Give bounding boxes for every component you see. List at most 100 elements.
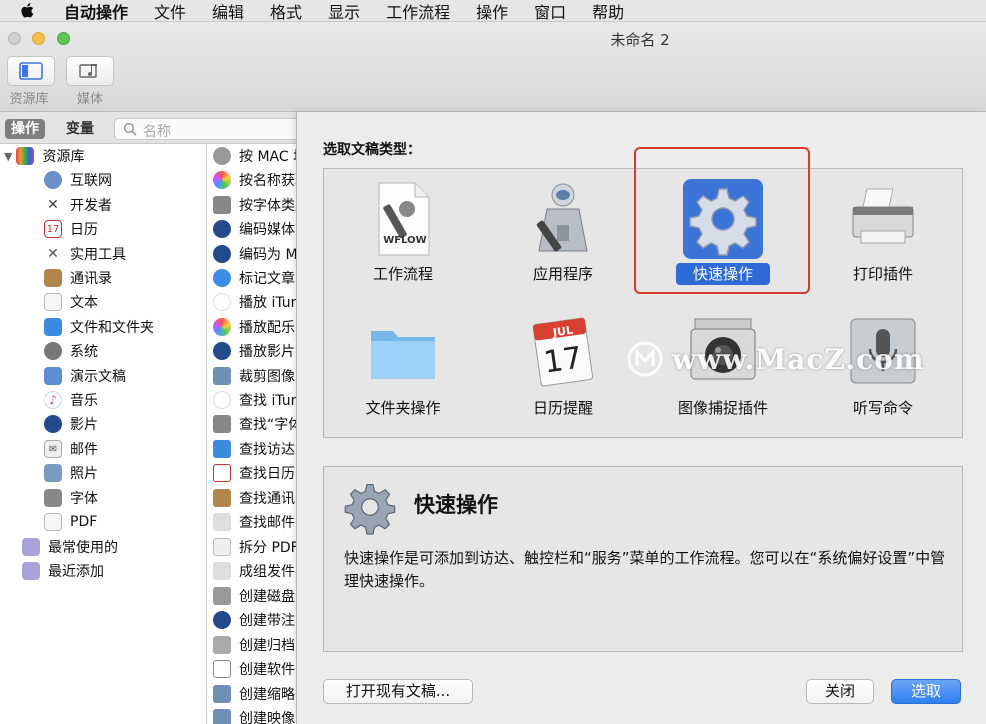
library-books-icon: [16, 147, 35, 165]
library-item-music[interactable]: ♪ 音乐: [44, 388, 98, 412]
action-item[interactable]: 创建磁盘: [213, 584, 295, 608]
library-item-photos[interactable]: 照片: [44, 461, 98, 485]
library-item-label: 文本: [70, 295, 98, 311]
menu-item-view[interactable]: 显示: [328, 0, 360, 23]
type-print-plugin[interactable]: 打印插件: [804, 175, 962, 305]
action-item[interactable]: 创建软件: [213, 657, 295, 681]
calendar-day: 17: [541, 340, 585, 381]
menu-item-actions[interactable]: 操作: [476, 0, 508, 23]
action-item[interactable]: 标记文章: [213, 266, 295, 290]
disclosure-triangle-icon[interactable]: ▼: [4, 150, 12, 163]
library-item-label: 实用工具: [70, 247, 126, 263]
choose-button[interactable]: 选取: [891, 679, 961, 704]
sidebar-icon: [19, 62, 43, 80]
presentation-icon: [44, 367, 62, 385]
library-root[interactable]: ▼ 资源库: [4, 144, 84, 168]
menu-item-help[interactable]: 帮助: [592, 0, 624, 23]
menu-item-format[interactable]: 格式: [270, 0, 302, 23]
library-item-system[interactable]: 系统: [44, 339, 98, 363]
menu-item-file[interactable]: 文件: [154, 0, 186, 23]
library-item-fonts[interactable]: 字体: [44, 486, 98, 510]
action-item[interactable]: 创建映像: [213, 706, 295, 724]
media-button[interactable]: [66, 56, 114, 86]
archive-icon: [213, 636, 231, 654]
window-titlebar: 未命名 2 资源库 媒体: [0, 22, 986, 112]
action-item[interactable]: 编码为 MPEG: [213, 242, 300, 266]
action-item[interactable]: 创建缩略: [213, 682, 295, 706]
close-button[interactable]: 关闭: [806, 679, 874, 704]
menu-item-edit[interactable]: 编辑: [212, 0, 244, 23]
library-item-most-used[interactable]: 最常使用的: [22, 535, 118, 559]
action-item[interactable]: 创建带注: [213, 608, 295, 632]
library-search-input[interactable]: 名称: [114, 118, 304, 140]
library-item-files-folders[interactable]: 文件和文件夹: [44, 315, 154, 339]
library-toggle-button[interactable]: [7, 56, 55, 86]
finder-icon: [213, 440, 231, 458]
action-item[interactable]: 成组发件: [213, 559, 295, 583]
type-label: 打印插件: [852, 265, 913, 283]
library-item-utilities[interactable]: ✕ 实用工具: [44, 242, 126, 266]
action-item[interactable]: 按字体类型: [213, 193, 300, 217]
action-item[interactable]: 编码媒体: [213, 217, 295, 241]
macz-logo-icon: [627, 341, 663, 377]
action-item[interactable]: 查找“字体”: [213, 412, 300, 436]
document-type-sheet: 选取文稿类型： WFLOW 工作流程 应用程序 快速操作 打印插件 文件夹操作 …: [296, 112, 986, 724]
action-label: 查找通讯录: [239, 491, 300, 507]
library-item-label: 互联网: [70, 173, 112, 189]
printer-icon: [843, 179, 923, 259]
library-item-pdf[interactable]: PDF: [44, 510, 97, 534]
action-item[interactable]: 创建归档: [213, 633, 295, 657]
action-label: 创建缩略: [239, 687, 295, 703]
action-item[interactable]: 查找日历: [213, 461, 295, 485]
library-item-label: 照片: [70, 466, 98, 482]
menu-item-automator[interactable]: 自动操作: [64, 0, 128, 23]
action-item[interactable]: 查找 iTunes: [213, 388, 300, 412]
type-workflow[interactable]: WFLOW 工作流程: [324, 175, 482, 305]
menu-bar: 自动操作 文件 编辑 格式 显示 工作流程 操作 窗口 帮助: [0, 0, 986, 22]
action-item[interactable]: 播放 iTunes: [213, 290, 300, 314]
globe-icon: [44, 171, 62, 189]
description-text: 快速操作是可添加到访达、触控栏和“服务”菜单的工作流程。您可以在“系统偏好设置”…: [344, 549, 946, 590]
action-label: 创建磁盘: [239, 589, 295, 605]
apple-icon[interactable]: [18, 1, 38, 21]
description-title: 快速操作: [414, 493, 498, 517]
library-item-recently-added[interactable]: 最近添加: [22, 559, 104, 583]
action-item[interactable]: 拆分 PDF: [213, 535, 299, 559]
library-item-presentations[interactable]: 演示文稿: [44, 364, 126, 388]
finder-icon: [44, 318, 62, 336]
smart-folder-icon: [22, 538, 40, 556]
type-folder-action[interactable]: 文件夹操作: [324, 309, 482, 439]
menu-item-window[interactable]: 窗口: [534, 0, 566, 23]
library-item-calendar[interactable]: 17 日历: [44, 217, 98, 241]
tab-actions[interactable]: 操作: [5, 119, 45, 139]
menu-item-workflow[interactable]: 工作流程: [386, 0, 450, 23]
library-item-text[interactable]: 文本: [44, 290, 98, 314]
library-item-contacts[interactable]: 通讯录: [44, 266, 112, 290]
open-existing-document-button[interactable]: 打开现有文稿...: [323, 679, 473, 704]
library-item-internet[interactable]: 互联网: [44, 168, 112, 192]
action-item[interactable]: 按名称获取: [213, 168, 300, 192]
music-note-icon: [213, 293, 231, 311]
watermark-text: www.MacZ.com: [672, 342, 925, 376]
action-item[interactable]: 查找邮件: [213, 510, 295, 534]
action-item[interactable]: 按 MAC 地址: [213, 144, 300, 168]
action-item[interactable]: 裁剪图像: [213, 364, 295, 388]
mail-icon: ✉: [44, 440, 62, 458]
action-item[interactable]: 查找访达: [213, 437, 295, 461]
tab-variables[interactable]: 变量: [60, 119, 100, 139]
network-icon: [213, 147, 231, 165]
type-label: 图像捕捉插件: [677, 399, 768, 417]
workflow-badge: WFLOW: [383, 235, 427, 246]
action-label: 查找邮件: [239, 515, 295, 531]
type-calendar-alarm[interactable]: JUL 17 日历提醒: [484, 309, 642, 439]
action-item[interactable]: 播放影片: [213, 339, 295, 363]
action-item[interactable]: 查找通讯录: [213, 486, 300, 510]
action-item[interactable]: 播放配乐: [213, 315, 295, 339]
actions-list: 按 MAC 地址 按名称获取 按字体类型 编码媒体 编码为 MPEG 标记文章 …: [207, 144, 300, 724]
type-application[interactable]: 应用程序: [484, 175, 642, 305]
library-item-developer[interactable]: ✕ 开发者: [44, 193, 112, 217]
contacts-icon: [213, 489, 231, 507]
library-item-movies[interactable]: 影片: [44, 412, 98, 436]
library-item-mail[interactable]: ✉ 邮件: [44, 437, 98, 461]
disk-icon: [213, 587, 231, 605]
